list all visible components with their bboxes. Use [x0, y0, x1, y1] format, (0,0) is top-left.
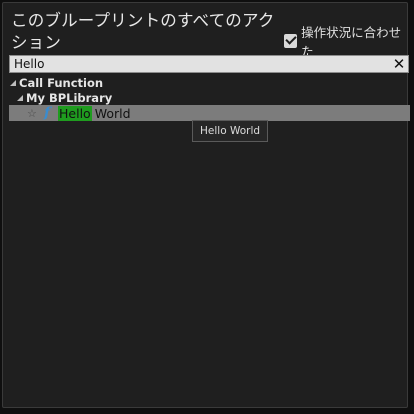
action-item-name-rest: World: [94, 105, 131, 121]
search-input[interactable]: [10, 56, 384, 72]
tooltip: Hello World: [192, 120, 269, 142]
expand-caret-icon[interactable]: [10, 79, 16, 86]
action-item-hello-world[interactable]: ☆ f Hello World: [9, 105, 410, 121]
context-sensitive-checkbox[interactable]: [284, 34, 298, 48]
action-tree: Call Function My BPLibrary ☆ f Hello Wor…: [9, 75, 410, 121]
expand-caret-icon[interactable]: [17, 94, 23, 101]
subcategory-label: My BPLibrary: [26, 90, 113, 105]
search-match-highlight: Hello: [58, 105, 92, 121]
action-item-name: Hello World: [58, 105, 131, 121]
category-call-function[interactable]: Call Function: [9, 75, 409, 90]
close-icon[interactable]: ✕: [392, 55, 406, 73]
category-my-bplibrary[interactable]: My BPLibrary: [9, 90, 409, 105]
panel-title: このブループリントのすべてのアクション: [11, 11, 275, 52]
search-box: ✕: [9, 55, 409, 73]
function-icon: f: [44, 105, 51, 121]
star-icon[interactable]: ☆: [27, 107, 39, 120]
category-label: Call Function: [19, 75, 104, 90]
action-menu-panel: このブループリントのすべてのアクション 操作状況に合わせた ✕ Call Fun…: [2, 2, 410, 408]
